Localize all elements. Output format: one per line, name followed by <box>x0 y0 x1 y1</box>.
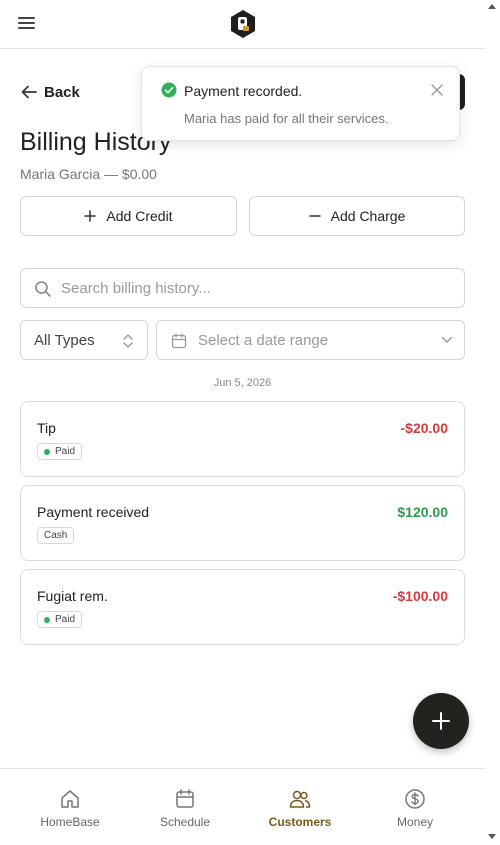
add-credit-button[interactable]: Add Credit <box>20 196 237 236</box>
add-fab-button[interactable] <box>413 693 469 749</box>
calendar-icon <box>176 789 194 808</box>
status-badge-label: Paid <box>55 614 76 625</box>
status-dot <box>44 448 50 455</box>
payment-method-badge: Cash <box>37 527 75 544</box>
dollar-circle-icon <box>405 789 425 809</box>
nav-item-money[interactable]: Money <box>365 769 465 845</box>
search-box <box>20 268 465 308</box>
arrow-left-icon <box>21 85 37 99</box>
billing-entry[interactable]: Tip -$20.00 Paid <box>20 401 465 477</box>
nav-item-schedule[interactable]: Schedule <box>135 769 235 845</box>
calendar-icon <box>171 333 187 349</box>
brand-logo-icon[interactable] <box>229 9 257 39</box>
customer-balance-subtitle: Maria Garcia — $0.00 <box>20 166 157 182</box>
type-filter-select[interactable]: All Types <box>20 320 148 360</box>
entry-title: Tip <box>37 420 56 436</box>
search-input[interactable] <box>61 275 451 301</box>
add-charge-label: Add Charge <box>330 208 406 224</box>
users-icon <box>289 790 311 808</box>
date-group-header: Jun 5, 2026 <box>213 377 272 389</box>
minus-icon <box>308 215 321 217</box>
add-charge-button[interactable]: Add Charge <box>249 196 465 236</box>
entry-amount: -$20.00 <box>400 420 448 436</box>
check-circle-icon <box>161 82 177 98</box>
home-icon <box>61 790 79 808</box>
nav-label: HomeBase <box>40 815 100 829</box>
app-root: Back Billing History Maria Garcia — $0.0… <box>0 0 485 845</box>
chevron-down-icon <box>441 336 453 343</box>
back-label: Back <box>44 83 80 101</box>
payment-method-label: Cash <box>44 530 68 541</box>
billing-entry[interactable]: Payment received $120.00 Cash <box>20 485 465 561</box>
nav-label: Money <box>396 815 434 829</box>
back-button[interactable]: Back <box>20 82 80 102</box>
status-dot <box>44 616 50 623</box>
plus-icon <box>432 712 450 730</box>
toast-title: Payment recorded. <box>184 83 303 99</box>
toast-description: Maria has paid for all their services. <box>184 111 389 126</box>
chevron-up-down-icon <box>123 334 133 348</box>
scrollbar[interactable] <box>485 0 500 845</box>
search-icon <box>35 281 51 297</box>
scroll-up-arrow-icon[interactable] <box>488 4 496 9</box>
status-badge: Paid <box>37 443 83 460</box>
nav-item-customers[interactable]: Customers <box>250 769 350 845</box>
nav-label: Schedule <box>159 815 211 829</box>
nav-label: Customers <box>268 815 332 829</box>
close-icon[interactable] <box>430 83 444 97</box>
bottom-navigation: HomeBase Schedule Customers Money <box>0 768 485 845</box>
hamburger-menu-icon[interactable] <box>18 17 35 29</box>
entry-title: Fugiat rem. <box>37 588 108 604</box>
status-badge: Paid <box>37 611 83 628</box>
entry-title: Payment received <box>37 504 150 520</box>
type-filter-value: All Types <box>34 332 95 349</box>
entry-amount: -$100.00 <box>392 588 448 604</box>
status-badge-label: Paid <box>55 446 76 457</box>
scroll-down-arrow-icon[interactable] <box>488 834 496 839</box>
success-toast: Payment recorded. Maria has paid for all… <box>141 66 460 141</box>
top-bar <box>0 0 485 49</box>
date-range-placeholder: Select a date range <box>198 332 329 349</box>
date-range-picker[interactable]: Select a date range <box>156 320 465 360</box>
add-credit-label: Add Credit <box>106 208 173 224</box>
nav-item-homebase[interactable]: HomeBase <box>20 769 120 845</box>
plus-icon <box>84 210 97 222</box>
entry-amount: $120.00 <box>397 504 448 520</box>
billing-entry[interactable]: Fugiat rem. -$100.00 Paid <box>20 569 465 645</box>
